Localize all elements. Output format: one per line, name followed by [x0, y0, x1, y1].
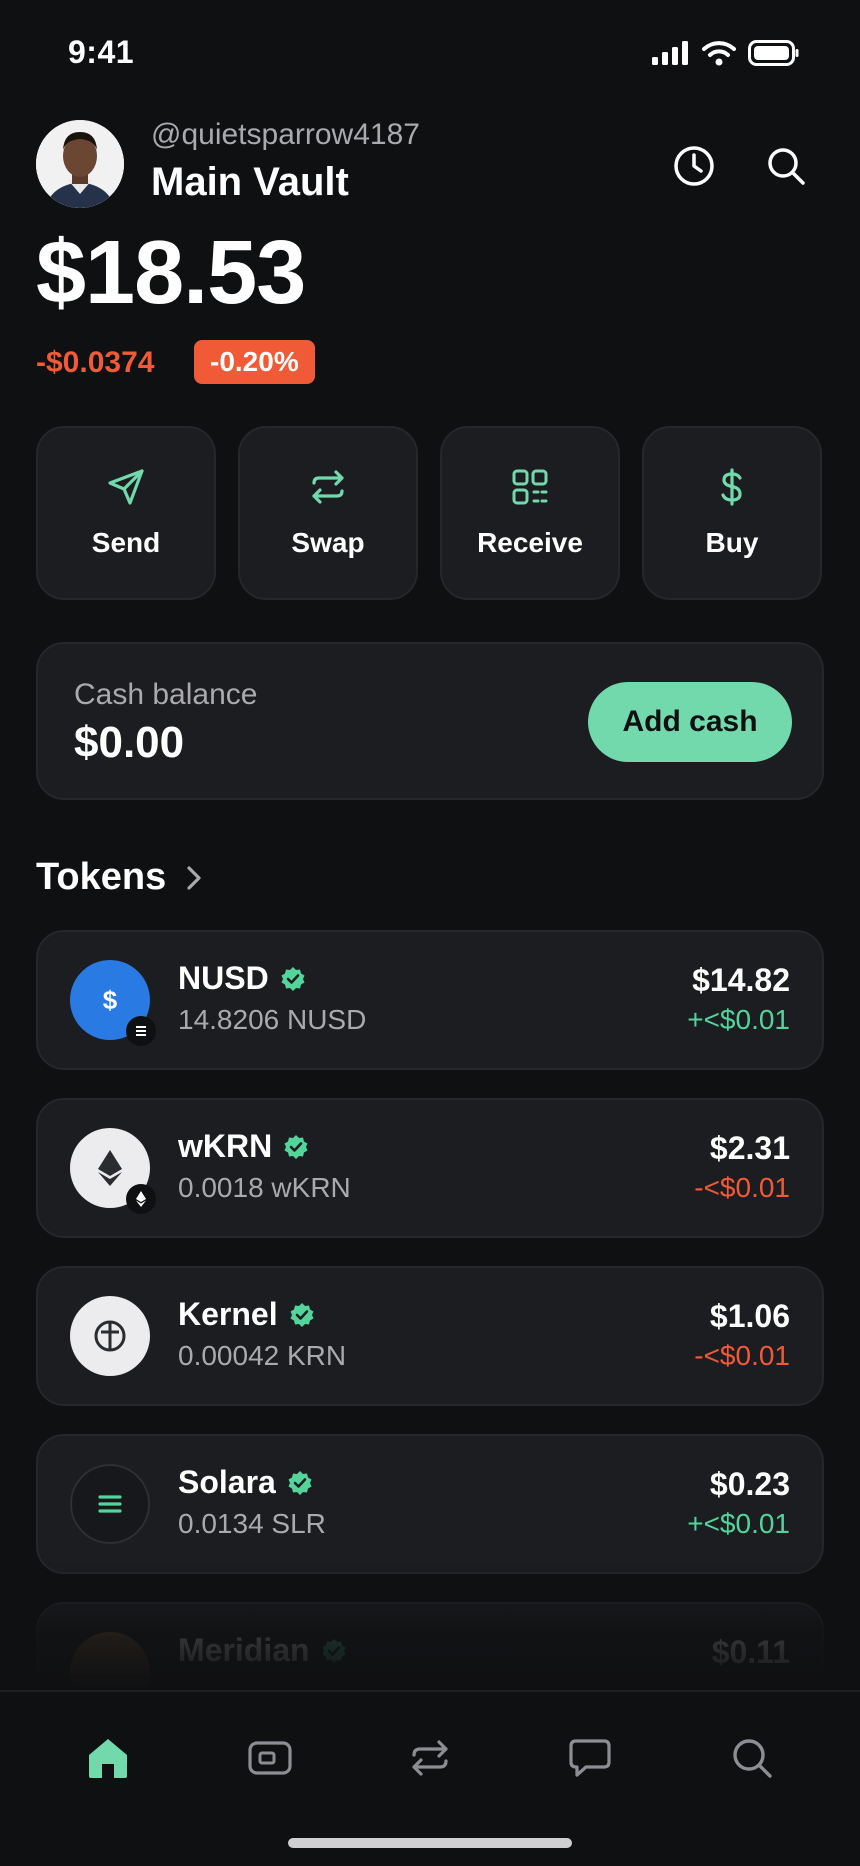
token-value: $14.82: [692, 962, 790, 998]
chat-icon: [569, 1739, 611, 1777]
tab-home[interactable]: [78, 1728, 138, 1788]
token-change: -<$0.01: [694, 1340, 790, 1371]
verified-icon: [281, 966, 305, 991]
receive-label: Receive: [477, 527, 583, 558]
tokens-title: Tokens: [36, 856, 167, 898]
swap-icon: [312, 470, 344, 504]
tab-messages[interactable]: [560, 1728, 620, 1788]
qr-icon: [512, 469, 548, 505]
nusd-token-icon: $: [70, 960, 156, 1046]
chevron-right-icon: [187, 865, 201, 890]
home-icon: [89, 1739, 127, 1778]
buy-label: Buy: [705, 527, 759, 558]
token-change: -<$0.01: [694, 1172, 790, 1203]
cash-balance-amount: $0.00: [74, 718, 185, 767]
receive-button[interactable]: Receive: [440, 426, 620, 600]
status-time: 9:41: [68, 34, 135, 70]
battery-icon: [748, 40, 799, 66]
tab-search[interactable]: [722, 1728, 782, 1788]
chain-badge-icon: [126, 1184, 156, 1214]
token-name-text: wKRN: [178, 1128, 273, 1164]
cash-balance-card: Cash balance $0.00 Add cash: [36, 642, 824, 800]
send-button[interactable]: Send: [36, 426, 216, 600]
verified-icon: [290, 1302, 314, 1327]
token-value: $0.11: [711, 1634, 790, 1670]
swap-icon: [412, 1740, 448, 1776]
wkrn-token-icon: [70, 1128, 156, 1214]
signal-icon: [652, 41, 688, 65]
token-amount: 14.8206 NUSD: [178, 1004, 367, 1035]
clock-icon: [674, 146, 714, 186]
token-value: $2.31: [709, 1130, 790, 1166]
token-name-text: Solara: [178, 1464, 276, 1500]
wifi-icon: [702, 41, 736, 66]
history-button[interactable]: [668, 140, 720, 192]
avatar-image: [36, 120, 124, 208]
cash-balance-label: Cash balance: [74, 678, 258, 711]
diamond-icon: [98, 1150, 122, 1186]
token-value: $1.06: [709, 1298, 790, 1334]
token-name: Kernel: [178, 1296, 316, 1333]
token-row-nusd[interactable]: $ NUSD 14.8206 NUSD $14.82 +<$0.01: [36, 930, 824, 1070]
buy-button[interactable]: Buy: [642, 426, 822, 600]
solara-logo-icon: [98, 1495, 122, 1513]
send-label: Send: [91, 527, 161, 558]
tokens-section-header[interactable]: Tokens: [36, 856, 204, 899]
search-icon: [768, 148, 805, 185]
kernel-token-icon: [70, 1296, 150, 1376]
status-icons: [652, 40, 800, 66]
token-name-text: Meridian: [178, 1632, 310, 1668]
username: @quietsparrow4187: [151, 118, 420, 151]
swap-button[interactable]: Swap: [238, 426, 418, 600]
balance-change-value: -$0.0374: [36, 346, 155, 379]
search-icon: [733, 1739, 772, 1778]
balance-change-percent-badge: -0.20%: [194, 340, 315, 384]
dollar-icon: [721, 468, 742, 506]
token-row-kernel[interactable]: Kernel 0.00042 KRN $1.06 -<$0.01: [36, 1266, 824, 1406]
send-icon: [108, 469, 144, 505]
tab-swap[interactable]: [400, 1728, 460, 1788]
dollar-icon: $: [103, 985, 118, 1015]
add-cash-button[interactable]: Add cash: [588, 682, 792, 762]
token-name-text: NUSD: [178, 960, 269, 996]
kernel-logo-icon: [94, 1320, 126, 1352]
verified-icon: [288, 1470, 312, 1495]
token-name: wKRN: [178, 1128, 310, 1165]
token-name-text: Kernel: [178, 1296, 278, 1332]
chain-badge-icon: [126, 1016, 156, 1046]
token-name: NUSD: [178, 960, 307, 997]
token-name: Solara: [178, 1464, 314, 1501]
token-row-wkrn[interactable]: wKRN 0.0018 wKRN $2.31 -<$0.01: [36, 1098, 824, 1238]
verified-icon: [284, 1134, 308, 1159]
token-amount: 0.0134 SLR: [178, 1508, 326, 1539]
home-indicator: [288, 1838, 572, 1848]
token-name: Meridian: [178, 1632, 348, 1669]
svg-text:$: $: [103, 985, 118, 1015]
search-button[interactable]: [760, 140, 812, 192]
tab-cards[interactable]: [240, 1728, 300, 1788]
card-icon: [248, 1741, 292, 1775]
token-amount: 0.00042 KRN: [178, 1340, 347, 1371]
total-balance: $18.53: [36, 223, 306, 323]
token-row-solara[interactable]: Solara 0.0134 SLR $0.23 +<$0.01: [36, 1434, 824, 1574]
token-change: +<$0.01: [687, 1004, 790, 1035]
avatar[interactable]: [36, 120, 124, 208]
solara-token-icon: [70, 1464, 150, 1544]
swap-label: Swap: [291, 527, 365, 558]
token-amount: 0.0018 wKRN: [178, 1172, 351, 1203]
vault-name[interactable]: Main Vault: [151, 160, 349, 205]
token-change: +<$0.01: [687, 1508, 790, 1539]
verified-icon: [322, 1638, 346, 1663]
token-value: $0.23: [709, 1466, 790, 1502]
